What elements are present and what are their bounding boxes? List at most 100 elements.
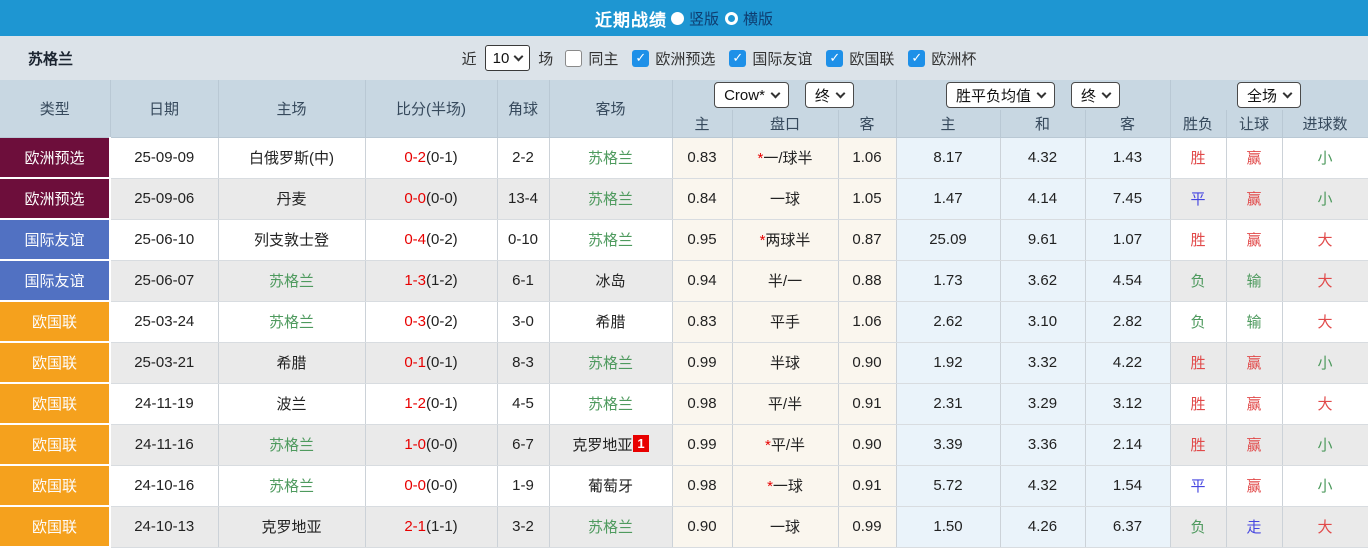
- odds-home-cell: 0.90: [672, 506, 733, 548]
- subheader-handicap: 盘口: [732, 110, 839, 138]
- match-count-select[interactable]: 10: [484, 45, 531, 71]
- comp-checkbox-0[interactable]: ✓: [632, 49, 650, 67]
- handicap-result-cell: 赢: [1226, 465, 1283, 507]
- type-cell: 国际友谊: [0, 219, 111, 261]
- corner-cell: 8-3: [497, 342, 550, 384]
- odds-home-cell: 0.94: [672, 260, 733, 302]
- table-row: 欧国联 24-11-16 苏格兰 1-0(0-0) 6-7 克罗地亚 1 0.99 *平/半 0.…: [0, 424, 1368, 466]
- odds-home-cell: 0.99: [672, 342, 733, 384]
- games-label: 场: [538, 50, 554, 68]
- away-team-cell: 苏格兰: [549, 178, 673, 220]
- goals-cell: 大: [1282, 506, 1368, 548]
- subheader-avg-draw: 和: [1000, 110, 1086, 138]
- handicap-result-cell: 赢: [1226, 178, 1283, 220]
- table-row: 欧国联 24-10-16 苏格兰 0-0(0-0) 1-9 葡萄牙 0.98 *一球 0.91 5…: [0, 465, 1368, 507]
- odds-away-cell: 0.90: [838, 342, 897, 384]
- date-cell: 24-11-16: [110, 424, 219, 466]
- avg-home-cell: 1.47: [896, 178, 1001, 220]
- handicap-cell: *一球: [732, 465, 839, 507]
- handicap-cell: *平/半: [732, 424, 839, 466]
- odds-time-dropdown[interactable]: 终: [804, 82, 854, 108]
- comp-checkbox-2[interactable]: ✓: [826, 49, 844, 67]
- radio-selected-icon: [670, 11, 684, 25]
- odds-away-cell: 0.90: [838, 424, 897, 466]
- score-cell: 1-2(0-1): [365, 383, 498, 425]
- handicap-cell: *两球半: [732, 219, 839, 261]
- odds-away-cell: 0.91: [838, 465, 897, 507]
- radio-horizontal-layout[interactable]: 横版: [725, 8, 773, 29]
- score-cell: 0-0(0-0): [365, 465, 498, 507]
- odds-away-cell: 0.87: [838, 219, 897, 261]
- team-name: 希腊: [276, 355, 307, 372]
- team-name: 苏格兰: [587, 355, 633, 372]
- odds-away-cell: 0.88: [838, 260, 897, 302]
- away-team-cell: 冰岛: [549, 260, 673, 302]
- date-cell: 25-09-09: [110, 137, 219, 179]
- odds-home-cell: 0.99: [672, 424, 733, 466]
- goals-cell: 小: [1282, 137, 1368, 179]
- comp-label-3: 欧洲杯: [931, 50, 977, 68]
- table-header: 类型 日期 主场 比分(半场) 角球 客场 Crow* 终 胜平负均值 终 全场…: [0, 80, 1368, 138]
- corner-cell: 4-5: [497, 383, 550, 425]
- handicap-result-cell: 赢: [1226, 342, 1283, 384]
- home-team-cell: 苏格兰: [218, 301, 366, 343]
- avg-draw-cell: 3.10: [1000, 301, 1086, 343]
- handicap-result-cell: 赢: [1226, 137, 1283, 179]
- same-home-checkbox[interactable]: [565, 49, 583, 67]
- comp-checkbox-3[interactable]: ✓: [908, 49, 926, 67]
- score-cell: 0-4(0-2): [365, 219, 498, 261]
- table-row: 欧洲预选 25-09-06 丹麦 0-0(0-0) 13-4 苏格兰 0.84 一球 1.05 1…: [0, 178, 1368, 220]
- avg-draw-cell: 4.26: [1000, 506, 1086, 548]
- goals-cell: 大: [1282, 301, 1368, 343]
- type-cell: 欧国联: [0, 465, 111, 507]
- comp-label-0: 欧洲预选: [655, 50, 716, 68]
- type-cell: 欧洲预选: [0, 137, 111, 179]
- scope-dropdown[interactable]: 全场: [1236, 82, 1301, 108]
- avg-home-cell: 2.62: [896, 301, 1001, 343]
- avg-group-header: 胜平负均值 终: [896, 80, 1171, 110]
- result-cell: 负: [1170, 260, 1227, 302]
- corner-cell: 0-10: [497, 219, 550, 261]
- chevron-down-icon: [835, 88, 846, 98]
- avg-home-cell: 1.92: [896, 342, 1001, 384]
- type-cell: 欧国联: [0, 506, 111, 548]
- avg-source-dropdown[interactable]: 胜平负均值: [945, 82, 1055, 108]
- handicap-cell: 半/一: [732, 260, 839, 302]
- radio-vertical-layout[interactable]: 竖版: [670, 8, 719, 29]
- team-name: 波兰: [276, 396, 307, 413]
- chevron-down-icon: [513, 51, 524, 61]
- subheader-goals: 进球数: [1282, 110, 1368, 138]
- avg-away-cell: 4.54: [1085, 260, 1171, 302]
- table-row: 欧国联 24-11-19 波兰 1-2(0-1) 4-5 苏格兰 0.98 平/半 0.91 2.…: [0, 383, 1368, 425]
- date-cell: 25-03-21: [110, 342, 219, 384]
- goals-cell: 小: [1282, 465, 1368, 507]
- odds-away-cell: 1.05: [838, 178, 897, 220]
- subheader-avg-away: 客: [1085, 110, 1171, 138]
- comp-label-1: 国际友谊: [752, 50, 813, 68]
- odds-away-cell: 1.06: [838, 301, 897, 343]
- same-home-label: 同主: [588, 50, 619, 68]
- avg-away-cell: 3.12: [1085, 383, 1171, 425]
- home-team-cell: 白俄罗斯(中): [218, 137, 366, 179]
- table-row: 国际友谊 25-06-07 苏格兰 1-3(1-2) 6-1 冰岛 0.94 半/一 0.88 1…: [0, 260, 1368, 302]
- handicap-cell: 平手: [732, 301, 839, 343]
- odds-source-dropdown[interactable]: Crow*: [714, 82, 789, 108]
- avg-draw-cell: 9.61: [1000, 219, 1086, 261]
- result-cell: 胜: [1170, 219, 1227, 261]
- home-team-cell: 希腊: [218, 342, 366, 384]
- radio-vertical-label: 竖版: [688, 10, 719, 28]
- type-cell: 国际友谊: [0, 260, 111, 302]
- header-type: 类型: [0, 80, 111, 138]
- team-name: 希腊: [595, 314, 626, 331]
- goals-cell: 小: [1282, 342, 1368, 384]
- team-name: 苏格兰: [268, 273, 314, 290]
- comp-checkbox-1[interactable]: ✓: [729, 49, 747, 67]
- recent-results-panel: 近期战绩 竖版 横版 苏格兰 近 10 场 同主 ✓ 欧洲预选 ✓ 国际友谊 ✓…: [0, 0, 1368, 550]
- odds-home-cell: 0.83: [672, 137, 733, 179]
- result-cell: 胜: [1170, 137, 1227, 179]
- away-team-cell: 苏格兰: [549, 383, 673, 425]
- home-team-cell: 克罗地亚: [218, 506, 366, 548]
- avg-time-dropdown[interactable]: 终: [1071, 82, 1121, 108]
- score-cell: 1-0(0-0): [365, 424, 498, 466]
- filter-bar: 苏格兰 近 10 场 同主 ✓ 欧洲预选 ✓ 国际友谊 ✓ 欧国联 ✓ 欧洲杯: [0, 36, 1368, 80]
